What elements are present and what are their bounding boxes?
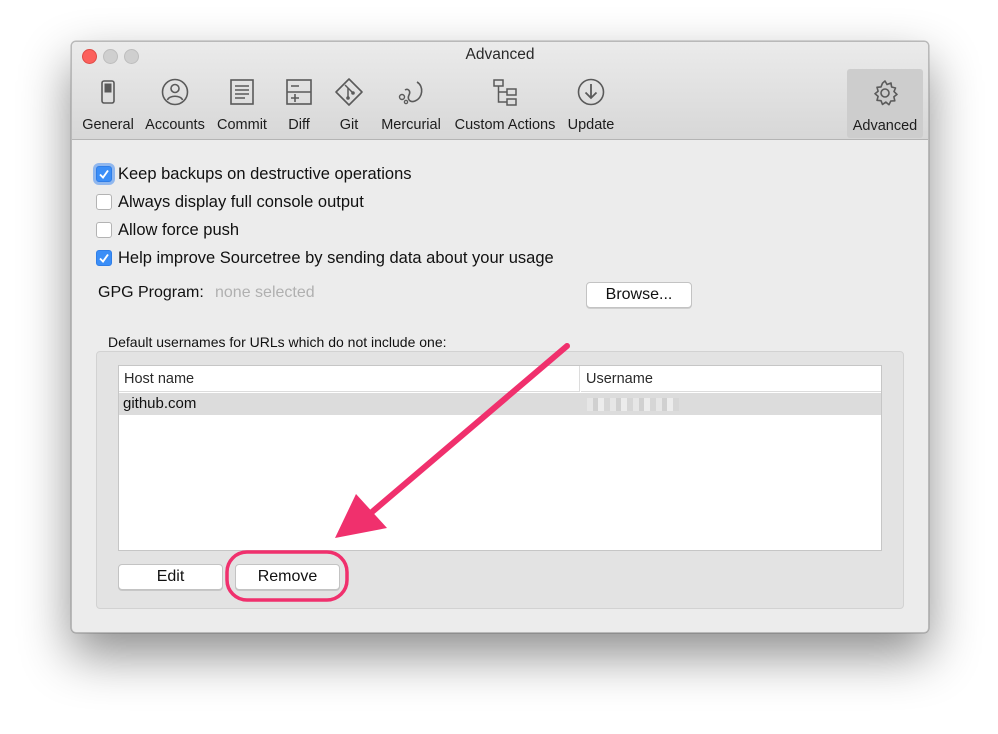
edit-button[interactable]: Edit [118, 564, 223, 590]
accounts-icon [161, 78, 189, 106]
advanced-preferences-pane: Keep backups on destructive operations A… [72, 140, 928, 632]
git-icon [335, 78, 363, 106]
allow-force-push-checkbox[interactable] [96, 222, 112, 238]
general-switch-icon [101, 80, 115, 104]
checkmark-icon [99, 169, 109, 179]
tab-custom-actions-label: Custom Actions [454, 117, 556, 133]
tab-accounts-label: Accounts [145, 117, 205, 133]
tab-mercurial[interactable]: Mercurial [376, 68, 446, 136]
tab-diff[interactable]: Diff [274, 68, 324, 136]
tab-update[interactable]: Update [562, 68, 620, 136]
redacted-username-pixelation [587, 398, 679, 411]
tab-git[interactable]: Git [326, 68, 372, 136]
gpg-program-label: GPG Program: [98, 284, 204, 301]
checkmark-icon [99, 253, 109, 263]
update-icon [577, 78, 605, 106]
help-improve-checkbox[interactable] [96, 250, 112, 266]
browse-button[interactable]: Browse... [586, 282, 692, 308]
tab-diff-label: Diff [288, 117, 310, 133]
tab-git-label: Git [339, 117, 359, 133]
column-header-username[interactable]: Username [581, 366, 881, 392]
column-header-host-name[interactable]: Host name [119, 366, 580, 392]
full-console-output-label: Always display full console output [118, 192, 364, 211]
keep-backups-checkbox[interactable] [96, 166, 112, 182]
commit-icon [230, 79, 254, 105]
option-help-improve[interactable]: Help improve Sourcetree by sending data … [96, 247, 554, 269]
help-improve-label: Help improve Sourcetree by sending data … [118, 248, 554, 267]
usernames-table[interactable]: Host name Username github.com [118, 365, 882, 551]
custom-actions-icon [493, 79, 517, 106]
remove-button[interactable]: Remove [235, 564, 340, 590]
mercurial-icon [398, 81, 423, 105]
tab-commit-label: Commit [217, 117, 267, 133]
gpg-program-value: none selected [215, 284, 315, 301]
full-console-output-checkbox[interactable] [96, 194, 112, 210]
option-allow-force-push[interactable]: Allow force push [96, 219, 239, 241]
keep-backups-label: Keep backups on destructive operations [118, 164, 412, 183]
tab-update-label: Update [567, 117, 615, 133]
option-full-console-output[interactable]: Always display full console output [96, 191, 364, 213]
default-usernames-label: Default usernames for URLs which do not … [108, 334, 447, 350]
table-row[interactable]: github.com [119, 393, 881, 415]
title-bar: Advanced General Accounts Commit Diff Gi… [72, 42, 928, 140]
window-title: Advanced [465, 46, 535, 63]
tab-custom-actions[interactable]: Custom Actions [450, 68, 560, 136]
option-keep-backups[interactable]: Keep backups on destructive operations [96, 163, 412, 185]
tab-advanced[interactable]: Advanced [847, 69, 923, 138]
tab-mercurial-label: Mercurial [381, 117, 441, 133]
preferences-window: Advanced General Accounts Commit Diff Gi… [71, 41, 929, 633]
default-usernames-group: Host name Username github.com Edit Remov… [96, 351, 904, 609]
diff-icon [286, 79, 312, 105]
tab-general-label: General [82, 117, 134, 133]
tab-general[interactable]: General [78, 68, 138, 136]
host-name-cell: github.com [123, 395, 197, 412]
gear-icon [874, 80, 898, 106]
allow-force-push-label: Allow force push [118, 220, 240, 239]
tab-accounts[interactable]: Accounts [140, 68, 210, 136]
tab-commit[interactable]: Commit [212, 68, 272, 136]
tab-advanced-label: Advanced [852, 118, 918, 134]
